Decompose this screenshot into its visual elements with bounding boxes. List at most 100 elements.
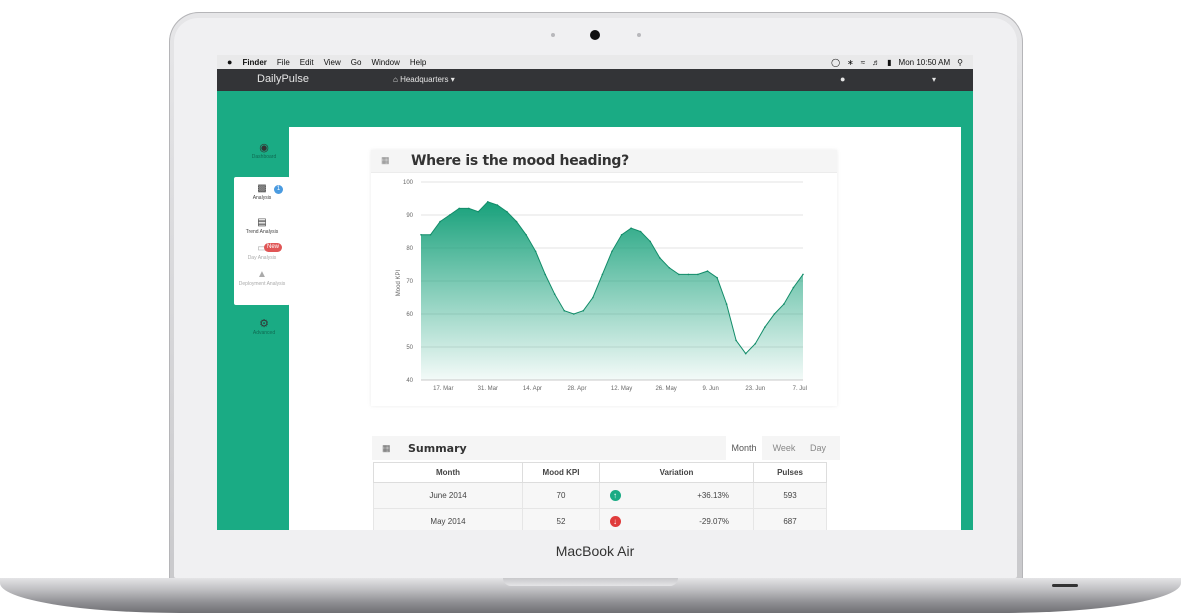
data-point bbox=[744, 352, 747, 355]
table-row[interactable]: May 2014 52 ↓ -29.07% 687 bbox=[373, 508, 827, 530]
sidebar-item-deployment-analysis[interactable]: ▲ Deployment Analysis bbox=[234, 269, 290, 287]
cell-variation: -29.07% bbox=[630, 508, 754, 530]
data-point bbox=[678, 273, 680, 276]
x-tick-label: 14. Apr bbox=[523, 386, 542, 392]
analysis-badge: 1 bbox=[274, 185, 283, 194]
screen: ● Finder File Edit View Go Window Help ◯… bbox=[217, 55, 973, 530]
data-point bbox=[553, 293, 556, 295]
data-point bbox=[515, 220, 518, 223]
user-menu-caret-icon[interactable]: ▾ bbox=[932, 75, 936, 84]
data-point bbox=[506, 210, 508, 213]
x-tick-label: 7. Jul bbox=[793, 386, 807, 392]
data-point bbox=[458, 207, 460, 210]
sidebar-item-dashboard[interactable]: ◉ Dashboard bbox=[234, 141, 294, 160]
column-header-pulses[interactable]: Pulses bbox=[753, 462, 827, 483]
data-point bbox=[802, 273, 804, 276]
chart-title: Where is the mood heading? bbox=[411, 153, 629, 169]
data-point bbox=[735, 339, 737, 342]
summary-header: ▦ Summary Month Week Day bbox=[372, 436, 840, 460]
spotlight-icon[interactable]: ⚲ bbox=[957, 58, 963, 67]
cell-pulses: 687 bbox=[753, 508, 827, 530]
menu-window[interactable]: Window bbox=[371, 58, 399, 67]
data-point bbox=[697, 273, 699, 276]
content-right-edge bbox=[961, 127, 973, 530]
data-point bbox=[448, 214, 451, 216]
tab-day[interactable]: Day bbox=[807, 436, 829, 460]
summary-title: Summary bbox=[408, 442, 467, 455]
table-row[interactable]: June 2014 70 ↑ +36.13% 593 bbox=[373, 482, 827, 509]
x-tick-label: 26. May bbox=[655, 386, 676, 392]
user-icon[interactable]: ● bbox=[840, 74, 845, 84]
data-point bbox=[563, 309, 566, 312]
device-brand: MacBook Air bbox=[555, 543, 635, 559]
app-navbar: DailyPulse ⌂ Headquarters ▾ ● ▾ bbox=[217, 69, 973, 91]
data-point bbox=[573, 313, 575, 315]
data-point bbox=[439, 220, 441, 223]
data-point bbox=[525, 234, 527, 236]
data-point bbox=[429, 234, 432, 236]
data-point bbox=[773, 313, 776, 315]
summary-table: Month Mood KPI Variation Pulses June 201… bbox=[373, 462, 827, 530]
tab-month[interactable]: Month bbox=[726, 436, 762, 460]
road-icon: ▲ bbox=[257, 269, 267, 280]
location-dropdown[interactable]: ⌂ Headquarters ▾ bbox=[393, 75, 455, 84]
column-header-month[interactable]: Month bbox=[373, 462, 523, 483]
data-point bbox=[668, 267, 671, 269]
menu-help[interactable]: Help bbox=[410, 58, 426, 67]
bluetooth-icon[interactable]: ∗ bbox=[847, 58, 854, 67]
data-point bbox=[783, 303, 785, 305]
data-point bbox=[592, 296, 594, 299]
sidebar-item-trend-analysis[interactable]: ▤ Trend Analysis bbox=[234, 217, 290, 235]
x-tick-label: 31. Mar bbox=[478, 386, 498, 392]
data-point bbox=[754, 342, 757, 345]
menu-file[interactable]: File bbox=[277, 58, 290, 67]
column-header-variation[interactable]: Variation bbox=[599, 462, 754, 483]
volume-icon[interactable]: ♬ bbox=[872, 58, 880, 67]
home-icon: ⌂ bbox=[393, 75, 398, 84]
sidebar-item-label: Day Analysis bbox=[247, 255, 277, 261]
battery-icon[interactable]: ▮ bbox=[887, 58, 891, 67]
notification-icon[interactable]: ◯ bbox=[831, 58, 840, 67]
data-point bbox=[420, 234, 422, 236]
cell-mood-kpi: 52 bbox=[522, 508, 600, 530]
sidebar-item-label: Dashboard bbox=[251, 154, 277, 160]
data-point bbox=[792, 286, 795, 289]
laptop-port bbox=[1052, 584, 1078, 587]
y-tick-label: 60 bbox=[406, 312, 413, 318]
wifi-icon[interactable]: ≈ bbox=[861, 58, 865, 67]
menu-go[interactable]: Go bbox=[351, 58, 362, 67]
apple-icon[interactable]: ● bbox=[227, 57, 232, 67]
data-point bbox=[659, 257, 661, 259]
menubar-clock[interactable]: Mon 10:50 AM bbox=[899, 58, 951, 67]
y-tick-label: 50 bbox=[406, 345, 413, 351]
menu-edit[interactable]: Edit bbox=[300, 58, 314, 67]
sidebar-item-advanced[interactable]: ⚙ Advanced bbox=[234, 317, 294, 336]
data-point bbox=[639, 230, 642, 233]
cell-month: June 2014 bbox=[373, 482, 523, 509]
data-point bbox=[477, 210, 480, 213]
data-point bbox=[716, 276, 718, 279]
data-point bbox=[725, 303, 728, 305]
x-tick-label: 9. Jun bbox=[703, 386, 719, 392]
cell-direction: ↓ bbox=[599, 508, 630, 530]
data-point bbox=[601, 273, 604, 276]
cell-direction: ↑ bbox=[599, 482, 630, 509]
main-content: ▦ Where is the mood heading? Mood KPI 40… bbox=[289, 127, 961, 530]
menu-view[interactable]: View bbox=[324, 58, 341, 67]
tab-week[interactable]: Week bbox=[768, 436, 800, 460]
sidebar-item-label: Advanced bbox=[252, 330, 276, 336]
sensor-dot bbox=[551, 33, 555, 37]
gear-icon: ⚙ bbox=[259, 318, 269, 330]
menu-finder[interactable]: Finder bbox=[242, 58, 266, 67]
data-point bbox=[544, 273, 546, 276]
y-tick-label: 90 bbox=[406, 213, 413, 219]
laptop-notch bbox=[503, 578, 678, 586]
app-name[interactable]: DailyPulse bbox=[257, 73, 309, 85]
column-header-mood-kpi[interactable]: Mood KPI bbox=[522, 462, 600, 483]
data-point bbox=[468, 207, 470, 210]
data-point bbox=[630, 227, 632, 229]
data-point bbox=[620, 234, 623, 236]
cell-pulses: 593 bbox=[753, 482, 827, 509]
data-point bbox=[582, 309, 585, 312]
y-tick-label: 40 bbox=[406, 378, 413, 384]
